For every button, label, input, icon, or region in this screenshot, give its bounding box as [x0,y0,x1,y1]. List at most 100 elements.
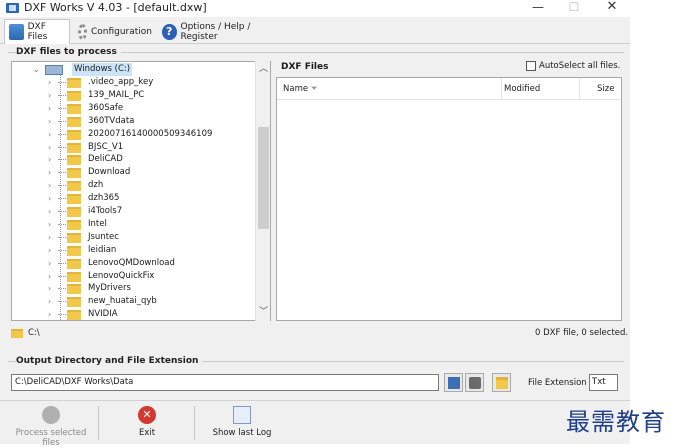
scroll-up-arrow[interactable]: ︿ [256,62,271,76]
tree-connector [58,249,66,251]
tab-label: Configuration [90,26,152,37]
folder-tree[interactable]: ⌄ Windows (C:) › .video_app_key › 139_MAIL_… [11,61,271,321]
chevron-right-icon[interactable]: › [48,192,56,205]
folder-icon [67,284,81,295]
tree-folder-item[interactable]: › Intel [12,218,256,231]
column-separator[interactable] [579,78,580,100]
output-group-label: Output Directory and File Extension [16,356,203,366]
tab-dxf-files[interactable]: DXF Files [4,19,70,44]
file-extension-field[interactable]: Txt [589,374,618,391]
tree-root-label: Windows (C:) [72,63,133,76]
minimize-button[interactable]: — [520,0,556,17]
scrollbar-thumb[interactable] [258,127,269,229]
chevron-right-icon[interactable]: › [48,231,56,244]
autoselect-label: AutoSelect all files. [539,61,621,71]
tree-folder-label: NVIDIA [88,309,118,320]
process-selected-files-button[interactable]: Process selected files [6,404,96,448]
chevron-right-icon[interactable]: › [48,244,56,257]
tree-connector [58,223,66,225]
checkbox-box[interactable] [526,61,536,71]
tree-folder-item[interactable]: › DeliCAD [12,153,256,166]
folder-icon [67,78,81,88]
column-name[interactable]: Name ⏷ [283,84,318,94]
folder-icon [67,310,81,320]
chevron-right-icon[interactable]: › [48,218,56,231]
scroll-down-arrow[interactable]: ﹀ [256,305,271,319]
chevron-right-icon[interactable]: › [48,76,56,89]
tree-connector [58,94,66,96]
folder-icon [67,168,81,179]
file-count-status: 0 DXF file, 0 selected. [535,328,629,338]
output-directory-field[interactable]: C:\DeliCAD\DXF Works\Data [11,374,439,391]
tree-folder-item[interactable]: › NVIDIA [12,308,256,320]
tree-folder-label: new_huatai_qyb [88,296,157,307]
browse-folder-button[interactable] [492,373,511,392]
tab-configuration[interactable]: Configuration [74,20,156,43]
folder-icon [67,258,81,269]
chevron-right-icon[interactable]: › [48,102,56,115]
drive-icon [45,65,63,75]
tree-connector [58,185,66,187]
chevron-right-icon[interactable]: › [48,141,56,154]
app-icon [6,3,19,13]
tree-scrollbar[interactable]: ︿ ﹀ [255,61,270,321]
chevron-right-icon[interactable]: › [48,205,56,218]
chevron-right-icon[interactable]: › [48,308,56,320]
tree-folder-item[interactable]: › new_huatai_qyb [12,295,256,308]
column-separator[interactable] [501,78,502,100]
file-icon [9,24,24,40]
autoselect-checkbox[interactable]: AutoSelect all files. [526,61,620,71]
chevron-down-icon[interactable]: ⌄ [33,63,41,76]
process-group-label: DXF files to process [16,47,121,57]
tab-options-help-register[interactable]: ? Options / Help / Register [158,20,284,43]
watermark-text: 最需教育 [566,408,666,436]
tree-connector [58,262,66,264]
chevron-right-icon[interactable]: › [48,295,56,308]
close-button[interactable]: ✕ [594,0,630,17]
tree-folder-label: Intel [88,218,107,229]
column-modified[interactable]: Modified [504,84,540,94]
maximize-button[interactable]: ☐ [556,0,592,17]
chevron-right-icon[interactable]: › [48,282,56,295]
chevron-right-icon[interactable]: › [48,270,56,283]
tree-folder-label: i4Tools7 [88,206,123,216]
tree-folder-item[interactable]: › i4Tools7 [12,205,256,218]
exit-button[interactable]: ✕ Exit [115,404,179,442]
tree-folder-item[interactable]: › LenovoQuickFix [12,270,256,283]
tree-folder-item[interactable]: › Jsuntec [12,231,256,244]
folder-icon [67,129,81,140]
tree-folder-item[interactable]: › LenovoQMDownload [12,257,256,270]
tree-folder-item[interactable]: › 360TVdata [12,115,256,128]
tree-folder-label: Download [88,167,131,178]
column-size[interactable]: Size [597,84,614,94]
tree-folder-item[interactable]: › .video_app_key [12,76,256,89]
tree-folder-item[interactable]: › BJSC_V1 [12,141,256,154]
tree-folder-item[interactable]: › 139_MAIL_PC [12,89,256,102]
tree-folder-item[interactable]: › Download [12,166,256,179]
chevron-right-icon[interactable]: › [48,166,56,179]
lock-directory-button[interactable] [465,373,484,392]
folder-icon [67,194,81,205]
dxf-file-list[interactable]: Name ⏷ Modified Size [276,77,622,321]
title-bar: DXF Works V 4.03 - [default.dxw] — ☐ ✕ [0,0,688,17]
tree-folder-item[interactable]: › 360Safe [12,102,256,115]
tree-connector [58,211,66,212]
tree-folder-item[interactable]: › 20200716140000509346109 [12,128,256,141]
chevron-right-icon[interactable]: › [48,115,56,128]
chevron-right-icon[interactable]: › [48,153,56,166]
tree-folder-item[interactable]: › MyDrivers [12,282,256,295]
tree-folder-label: DeliCAD [88,154,123,165]
folder-icon [67,116,81,127]
help-icon: ? [162,23,177,40]
chevron-right-icon[interactable]: › [48,89,56,102]
tree-folder-label: 20200716140000509346109 [88,128,213,139]
save-directory-button[interactable] [444,373,463,392]
tree-folder-item[interactable]: › dzh365 [12,192,256,205]
tree-folder-item[interactable]: › leidian [12,244,256,257]
chevron-right-icon[interactable]: › [48,257,56,270]
tree-folder-item[interactable]: › dzh [12,179,256,192]
show-last-log-button[interactable]: Show last Log [206,404,278,442]
chevron-right-icon[interactable]: › [48,179,56,192]
tree-root[interactable]: ⌄ Windows (C:) [12,63,256,76]
chevron-right-icon[interactable]: › [48,128,56,141]
